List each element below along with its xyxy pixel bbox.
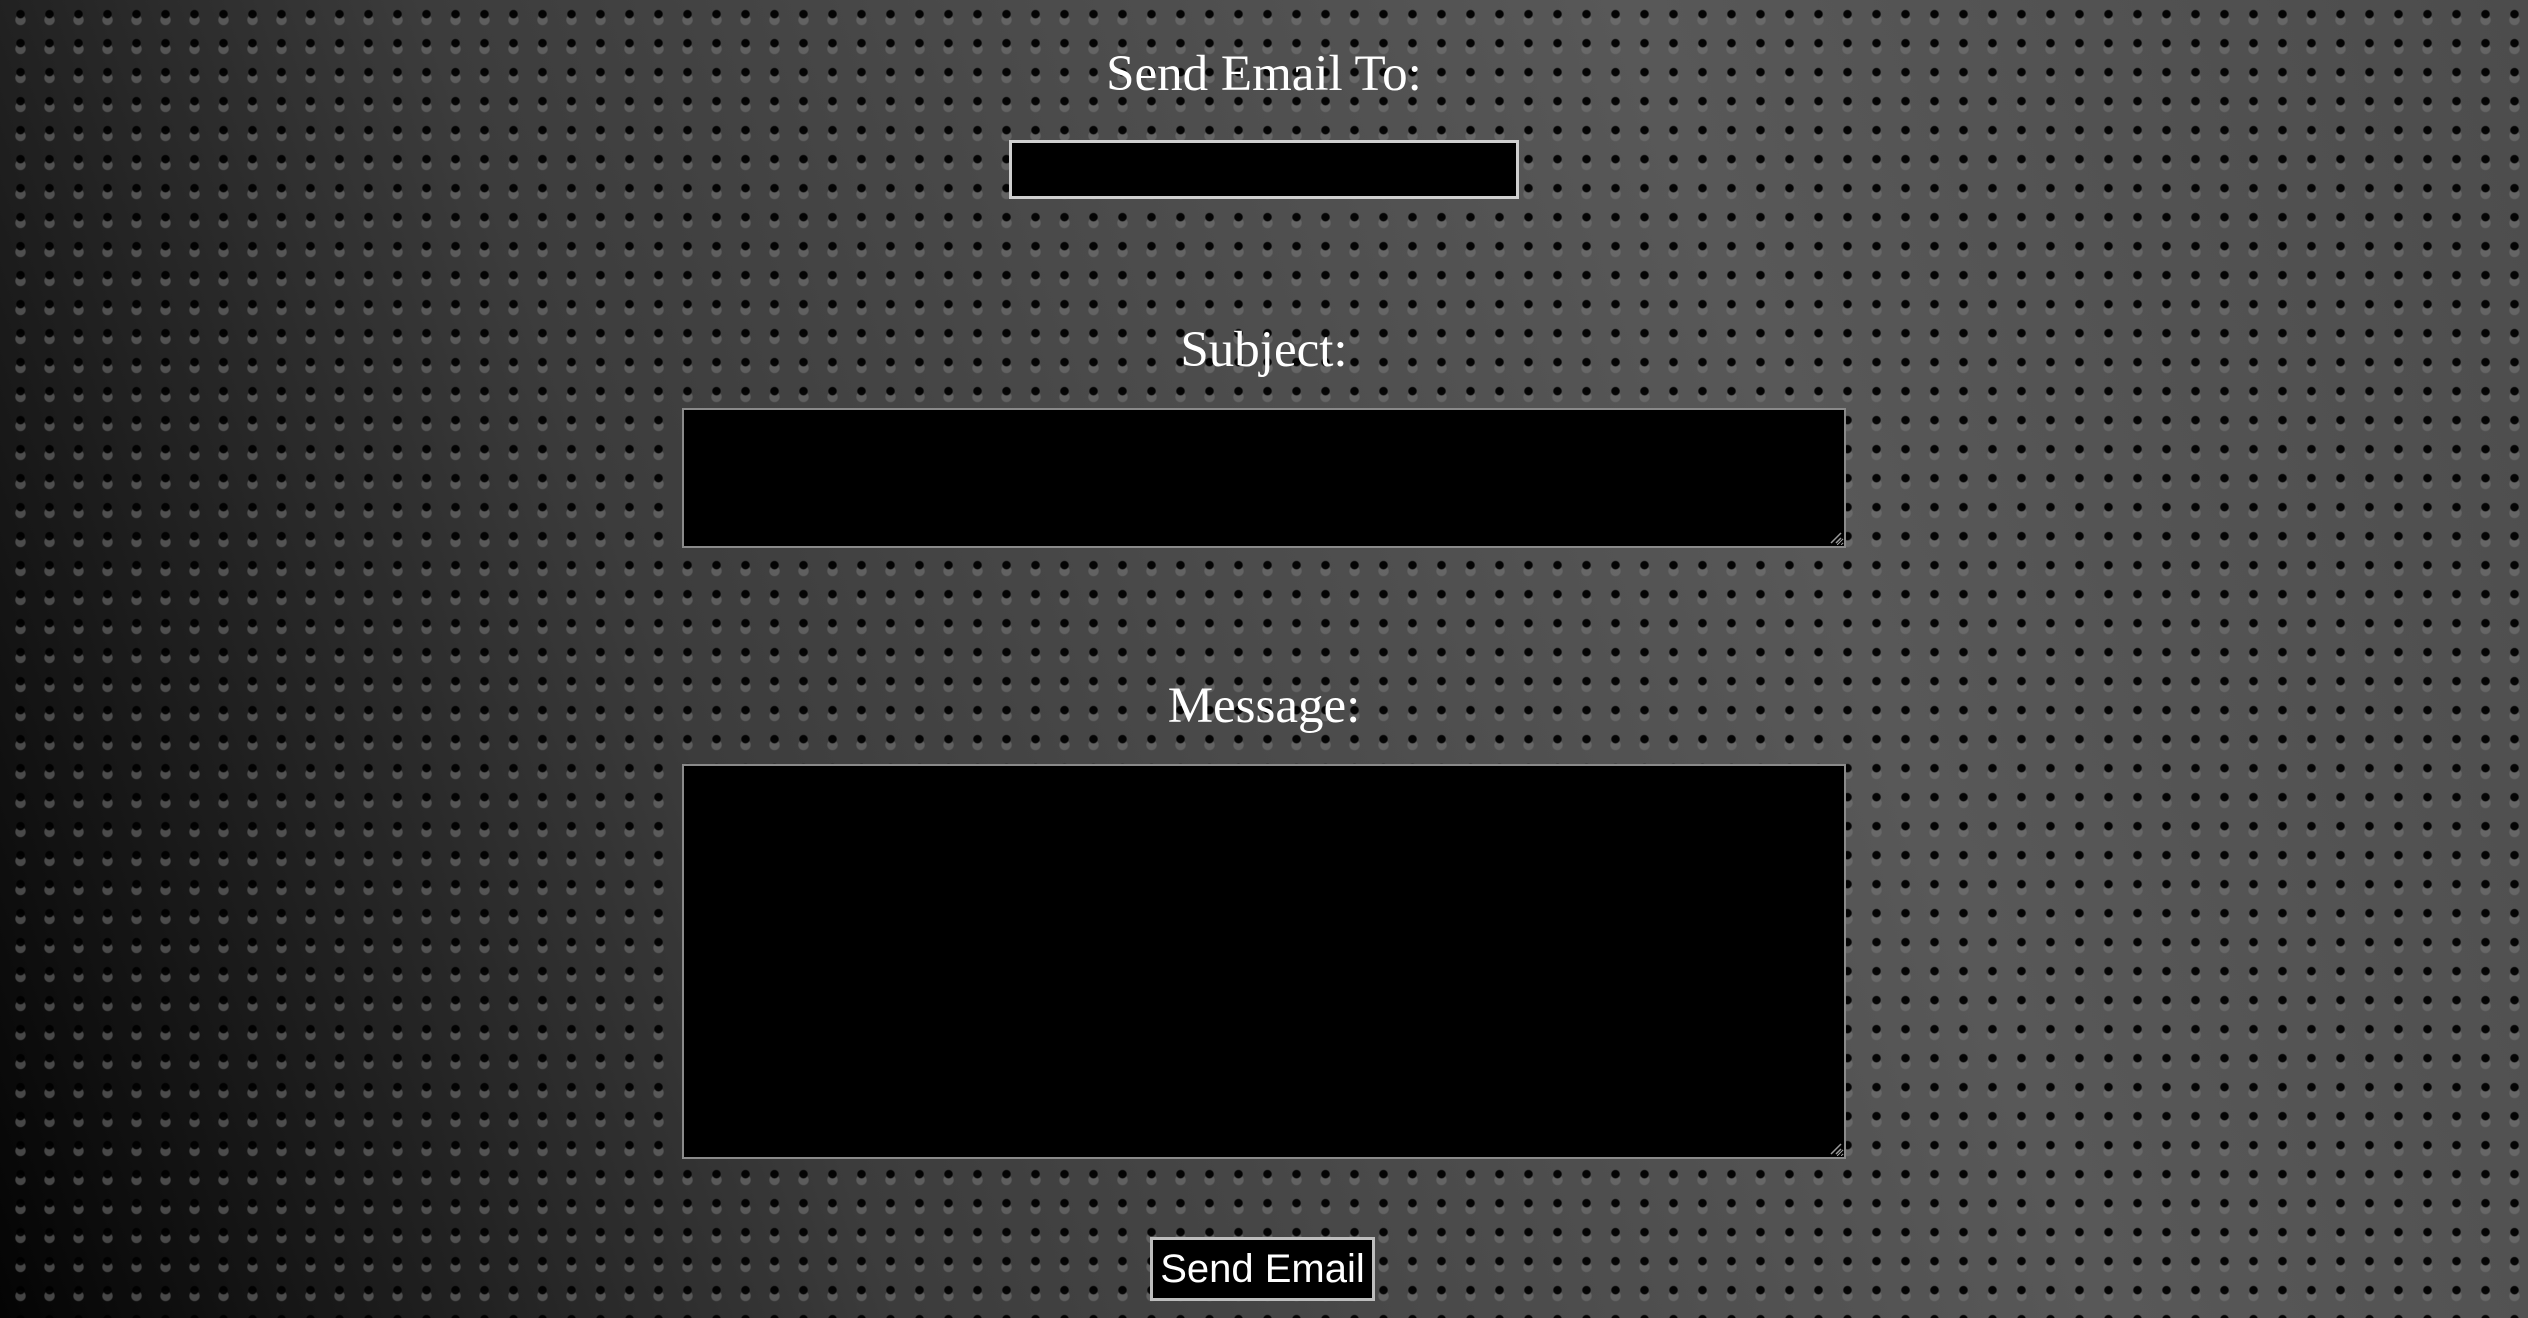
recipient-email-input[interactable] <box>1009 140 1519 199</box>
send-email-button[interactable]: Send Email <box>1150 1237 1375 1301</box>
message-label: Message: <box>1167 678 1361 734</box>
subject-textarea[interactable] <box>682 408 1846 548</box>
message-textarea[interactable] <box>682 764 1846 1159</box>
subject-label: Subject: <box>1180 322 1348 378</box>
send-to-label: Send Email To: <box>1106 46 1422 102</box>
